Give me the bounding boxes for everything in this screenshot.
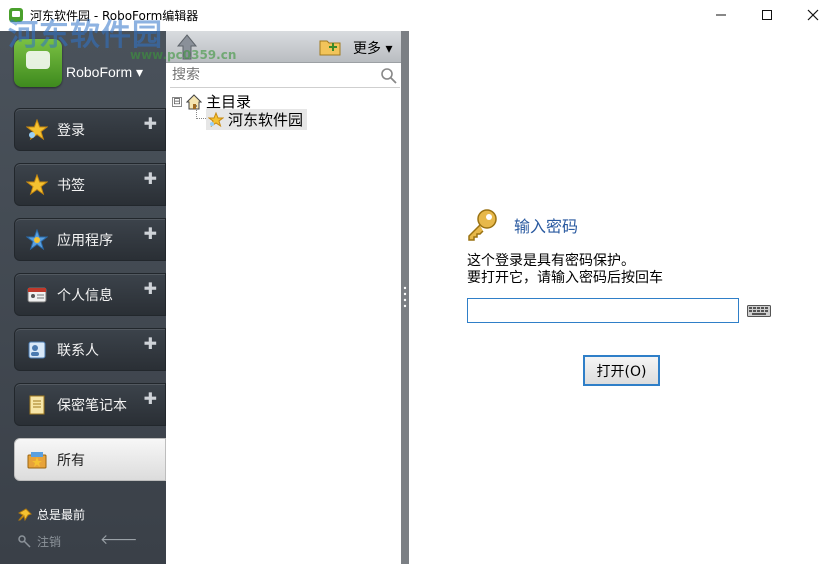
sidebar-item-label: 联系人 xyxy=(57,342,99,359)
always-on-top-toggle[interactable]: 总是最前 xyxy=(18,506,85,523)
close-icon xyxy=(807,9,819,21)
minimize-icon xyxy=(716,14,726,16)
search-input[interactable] xyxy=(170,64,370,86)
sidebar-item-contacts[interactable]: 联系人 ✚ xyxy=(14,328,166,371)
sidebar-item-applications[interactable]: 应用程序 ✚ xyxy=(14,218,166,261)
identity-card-icon xyxy=(25,283,49,307)
pin-icon xyxy=(18,507,32,521)
item-browser-panel: 更多 ▾ ⊟ 主目录 河东软件园 xyxy=(166,31,402,564)
more-menu-button[interactable]: 更多 ▾ xyxy=(353,38,392,58)
password-prompt-title: 输入密码 xyxy=(514,217,579,236)
sidebar-item-all[interactable]: 所有 xyxy=(14,438,166,481)
virtual-keyboard-icon[interactable] xyxy=(747,305,771,317)
brand-label: RoboForm ▾ xyxy=(66,64,144,80)
sidebar-item-label: 应用程序 xyxy=(57,232,113,249)
always-on-top-label: 总是最前 xyxy=(37,508,86,522)
maximize-icon xyxy=(762,10,772,20)
add-identity-button[interactable]: ✚ xyxy=(144,279,157,298)
search-box xyxy=(170,64,400,88)
tree-item-login[interactable]: 河东软件园 xyxy=(206,109,308,130)
watermark-url: www.pc0359.cn xyxy=(130,48,237,62)
sidebar-item-login[interactable]: 登录 ✚ xyxy=(14,108,166,151)
password-prompt-message-2: 要打开它，请输入密码后按回车 xyxy=(467,270,663,286)
key-icon xyxy=(468,209,497,241)
add-application-button[interactable]: ✚ xyxy=(144,224,157,243)
add-contact-button[interactable]: ✚ xyxy=(144,334,157,353)
sidebar-item-identities[interactable]: 个人信息 ✚ xyxy=(14,273,166,316)
maximize-button[interactable] xyxy=(744,0,790,30)
close-button[interactable] xyxy=(790,0,836,30)
all-items-icon xyxy=(25,448,49,472)
sidebar-item-label: 书签 xyxy=(57,177,85,194)
sidebar-item-label: 所有 xyxy=(57,452,85,469)
login-star-icon xyxy=(208,111,224,127)
password-prompt-panel: 输入密码 这个登录是具有密码保护。 要打开它，请输入密码后按回车 打开(O) xyxy=(409,31,836,564)
tree-item-label: 河东软件园 xyxy=(228,111,304,129)
sidebar-item-label: 登录 xyxy=(57,122,85,139)
key-icon xyxy=(18,534,31,548)
add-bookmark-button[interactable]: ✚ xyxy=(144,169,157,188)
search-icon[interactable] xyxy=(380,67,398,85)
password-field[interactable] xyxy=(467,298,739,323)
add-login-button[interactable]: ✚ xyxy=(144,114,157,133)
splitter-grip-icon xyxy=(403,286,407,308)
sidebar-item-bookmarks[interactable]: 书签 ✚ xyxy=(14,163,166,206)
notepad-icon xyxy=(25,393,49,417)
sidebar: RoboForm ▾ 登录 ✚ 书签 ✚ 应用程序 ✚ 个人信息 ✚ 联系人 ✚ xyxy=(0,31,166,564)
logout-label: 注销 xyxy=(37,535,62,549)
open-button[interactable]: 打开(O) xyxy=(583,355,660,386)
application-icon xyxy=(25,228,49,252)
add-safenote-button[interactable]: ✚ xyxy=(144,389,157,408)
sidebar-item-label: 个人信息 xyxy=(57,287,113,304)
sidebar-item-safenotes[interactable]: 保密笔记本 ✚ xyxy=(14,383,166,426)
bookmark-star-icon xyxy=(25,173,49,197)
minimize-button[interactable] xyxy=(698,0,744,30)
login-star-icon xyxy=(25,118,49,142)
contact-card-icon xyxy=(25,338,49,362)
new-folder-icon[interactable] xyxy=(319,38,341,56)
logout-button[interactable]: 注销 xyxy=(18,533,61,550)
sidebar-item-label: 保密笔记本 xyxy=(57,397,127,414)
tree-collapse-toggle[interactable]: ⊟ xyxy=(172,96,182,107)
collapse-sidebar-icon[interactable]: 🡐 xyxy=(100,531,138,548)
